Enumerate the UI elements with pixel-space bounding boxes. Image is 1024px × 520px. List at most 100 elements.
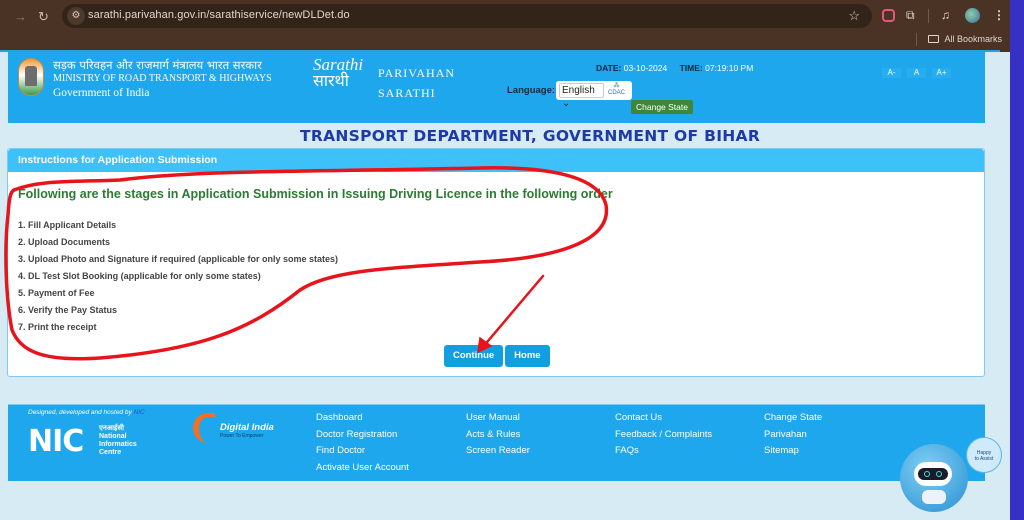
footer-links-column: Change State Parivahan Sitemap [764, 410, 822, 460]
browser-menu-icon[interactable]: ⋮ [993, 8, 1005, 22]
browser-toolbar: → ↻ ⚙ sarathi.parivahan.gov.in/sarathise… [0, 0, 1024, 52]
step-item: 1. Fill Applicant Details [18, 220, 117, 230]
robot-icon [914, 462, 952, 486]
nic-line: National [99, 433, 127, 440]
steps-list: 1. Fill Applicant Details 2. Upload Docu… [18, 217, 338, 336]
language-select[interactable]: English ⌄ [559, 83, 604, 109]
footer-links-column: Dashboard Doctor Registration Find Docto… [316, 410, 409, 477]
all-bookmarks-button[interactable]: All Bookmarks [916, 33, 1002, 46]
parivahan-label: PARIVAHAN [378, 66, 456, 80]
sarathi-logo-devanagari: सारथी [313, 73, 349, 90]
footer-link-dashboard[interactable]: Dashboard [316, 410, 409, 427]
all-bookmarks-label: All Bookmarks [944, 34, 1002, 44]
sarathi-label: SARATHI [378, 86, 436, 100]
ministry-english: MINISTRY OF ROAD TRANSPORT & HIGHWAYS [53, 73, 272, 84]
ministry-hindi: सड़क परिवहन और राजमार्ग मंत्रालय भारत सर… [53, 58, 262, 72]
bookmarks-divider [916, 33, 918, 46]
ministry-block: सड़क परिवहन और राजमार्ग मंत्रालय भारत सर… [53, 58, 272, 101]
folder-icon [928, 35, 940, 43]
extensions-puzzle-icon[interactable]: ⧉ [906, 8, 915, 23]
action-buttons: Continue Home [444, 345, 552, 367]
site-settings-icon[interactable]: ⚙ [67, 7, 85, 25]
nic-link[interactable]: NIC [134, 409, 145, 416]
nic-line: Informatics [99, 441, 137, 448]
font-increase-button[interactable]: A+ [932, 68, 951, 78]
home-button[interactable]: Home [505, 345, 550, 367]
sarathi-logo-latin: Sarathi [313, 55, 364, 74]
time-label: TIME: [679, 63, 703, 73]
media-control-icon[interactable]: ♫ [941, 8, 950, 22]
digital-india-logo-icon[interactable] [193, 413, 215, 443]
extension-icon[interactable] [882, 9, 895, 22]
step-item: 5. Payment of Fee [18, 288, 95, 298]
panel-title: Following are the stages in Application … [18, 187, 613, 201]
forward-icon[interactable]: → [14, 9, 27, 24]
time-value: 07:19:10 PM [705, 63, 754, 73]
footer-link-sitemap[interactable]: Sitemap [764, 443, 822, 460]
cdac-logo: ⁂ CDAC [608, 83, 626, 96]
step-item: 2. Upload Documents [18, 237, 111, 247]
footer-links-column: User Manual Acts & Rules Screen Reader [466, 410, 530, 460]
robot-body [922, 490, 946, 504]
language-label: Language: [507, 85, 556, 96]
site-footer: Designed, developed and hosted by NIC NI… [8, 404, 985, 481]
site-header: सड़क परिवहन और राजमार्ग मंत्रालय भारत सर… [8, 52, 985, 123]
robot-eye [936, 471, 942, 477]
digital-india-label: Digital India [220, 422, 274, 433]
chatbot-bubble[interactable]: Happy to Assist [966, 437, 1002, 473]
bookmark-star-icon[interactable]: ☆ [848, 8, 860, 24]
nic-line: Centre [99, 449, 122, 456]
font-size-controls: A- A A+ [882, 62, 957, 80]
date-time: DATE: 03-10-2024 TIME: 07:19:10 PM [596, 63, 753, 73]
footer-link-user-manual[interactable]: User Manual [466, 410, 530, 427]
footer-link-feedback[interactable]: Feedback / Complaints [615, 427, 712, 444]
designed-by-label: Designed, developed and hosted by [28, 409, 132, 416]
date-label: DATE: [596, 63, 622, 73]
font-reset-button[interactable]: A [907, 68, 926, 78]
footer-link-change-state[interactable]: Change State [764, 410, 822, 427]
nic-logo[interactable]: NIC [28, 425, 84, 459]
panel-header: Instructions for Application Submission [8, 149, 984, 172]
toolbar-divider [928, 9, 929, 23]
government-label: Government of India [53, 87, 150, 99]
step-item: 4. DL Test Slot Booking (applicable for … [18, 271, 261, 281]
instructions-panel: Instructions for Application Submission … [7, 148, 985, 377]
robot-visor [918, 468, 948, 480]
nic-hindi: एनआईसी [99, 425, 124, 432]
footer-link-parivahan[interactable]: Parivahan [764, 427, 822, 444]
footer-link-faqs[interactable]: FAQs [615, 443, 712, 460]
footer-link-doctor-registration[interactable]: Doctor Registration [316, 427, 409, 444]
profile-avatar[interactable] [965, 8, 980, 23]
footer-link-screen-reader[interactable]: Screen Reader [466, 443, 530, 460]
date-value: 03-10-2024 [623, 63, 668, 73]
department-title: TRANSPORT DEPARTMENT, GOVERNMENT OF BIHA… [300, 127, 761, 145]
address-bar[interactable]: ⚙ sarathi.parivahan.gov.in/sarathiservic… [62, 4, 872, 28]
language-box: English ⌄ ⁂ CDAC [556, 81, 632, 109]
cdac-label: CDAC [608, 90, 626, 96]
screen-edge [1010, 0, 1024, 520]
footer-link-acts-rules[interactable]: Acts & Rules [466, 427, 530, 444]
footer-link-activate-account[interactable]: Activate User Account [316, 460, 409, 477]
robot-eye [924, 471, 930, 477]
change-state-button[interactable]: Change State [631, 100, 693, 114]
step-item: 6. Verify the Pay Status [18, 305, 118, 315]
parivahan-sarathi-title: PARIVAHAN SARATHI [378, 63, 455, 103]
chatbot-button[interactable] [900, 444, 968, 512]
bubble-line: to Assist [974, 456, 994, 462]
reload-icon[interactable]: ↻ [38, 9, 49, 25]
sarathi-logo[interactable]: Sarathi सारथी [313, 56, 363, 90]
language-selected: English [562, 85, 595, 96]
footer-link-find-doctor[interactable]: Find Doctor [316, 443, 409, 460]
digital-india-tagline: Power To Empower [220, 433, 264, 439]
designed-by-text: Designed, developed and hosted by NIC [28, 409, 145, 416]
national-emblem-icon [18, 58, 44, 96]
nic-text: एनआईसी National Informatics Centre [99, 425, 137, 457]
continue-button[interactable]: Continue [444, 345, 504, 367]
step-item: 3. Upload Photo and Signature if require… [18, 254, 339, 264]
footer-link-contact-us[interactable]: Contact Us [615, 410, 712, 427]
step-item: 7. Print the receipt [18, 322, 97, 332]
url-text[interactable]: sarathi.parivahan.gov.in/sarathiservice/… [88, 9, 350, 21]
footer-links-column: Contact Us Feedback / Complaints FAQs [615, 410, 712, 460]
chevron-down-icon: ⌄ [562, 98, 571, 109]
font-decrease-button[interactable]: A- [882, 68, 901, 78]
